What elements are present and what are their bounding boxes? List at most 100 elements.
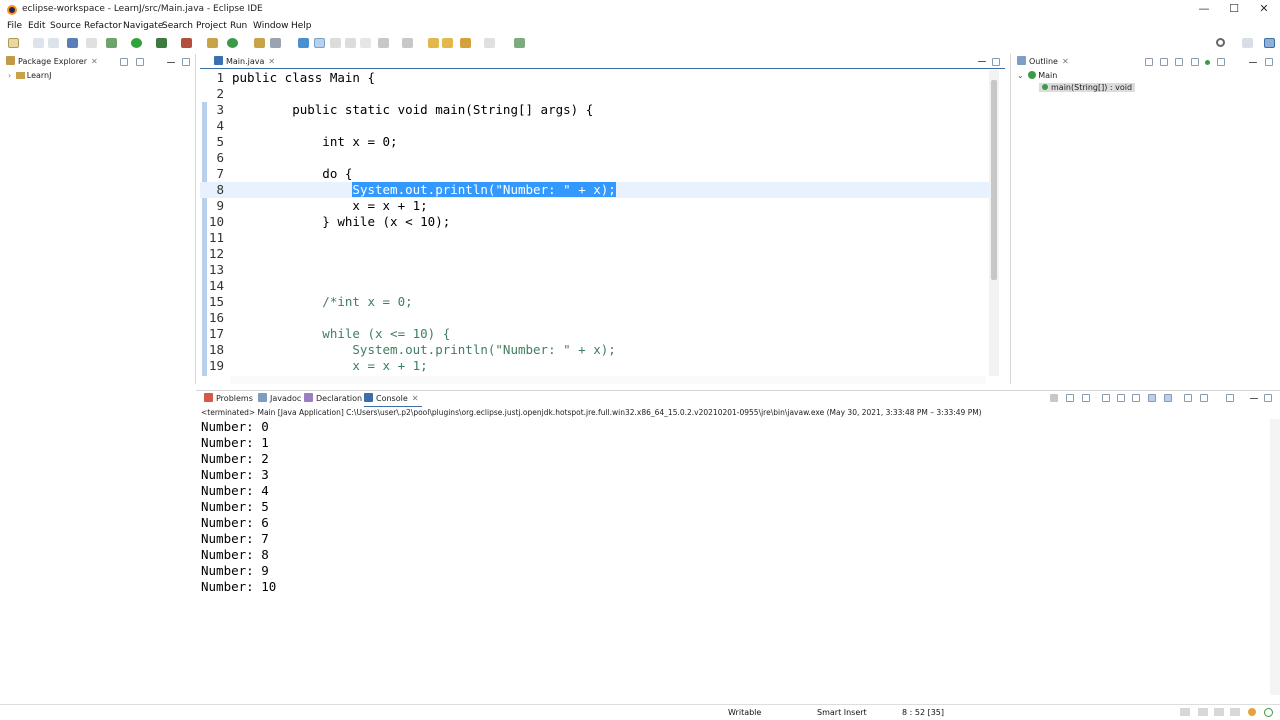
search-tool-icon[interactable] [270,38,281,48]
show-on-stderr-icon[interactable] [1164,394,1172,402]
notifications-icon[interactable] [1214,708,1224,716]
outline-method-main[interactable]: main(String[]) : void [1039,83,1136,92]
clear-console-icon[interactable] [1102,394,1110,402]
console-launch-header: <terminated> Main [Java Application] C:\… [201,408,982,417]
tab-declaration[interactable]: Declaration [304,393,362,407]
heap-status-icon[interactable] [1180,708,1190,716]
tab-javadoc[interactable]: Javadoc [258,393,301,407]
debug-icon[interactable] [106,38,117,48]
forward-icon[interactable] [484,38,495,48]
vertical-scrollbar[interactable] [989,70,999,376]
maximize-view-icon[interactable] [182,58,190,66]
tree-item-learnj[interactable]: › LearnJ [8,71,51,80]
new-class-icon[interactable] [227,38,238,48]
previous-annotation-icon[interactable] [402,38,413,48]
minimize-view-icon[interactable] [1250,398,1258,399]
console-icon [364,393,373,402]
sort-icon[interactable] [1160,58,1168,66]
back-icon[interactable] [442,38,453,48]
close-icon[interactable]: ✕ [268,57,275,66]
annotation-icon[interactable] [298,38,309,48]
scroll-lock-icon[interactable] [1117,394,1125,402]
menu-search[interactable]: Search [162,21,193,31]
search-icon[interactable] [1216,38,1225,47]
outline-class-main[interactable]: ⌄ Main [1017,71,1057,80]
last-edit-icon[interactable] [428,38,439,48]
code-area[interactable]: 1 public class Main { 2 3 public static v… [200,70,990,376]
code-text: do { [232,166,353,181]
tab-package-explorer[interactable]: Package Explorer ✕ [6,56,98,70]
open-type-icon[interactable] [254,38,265,48]
maximize-button[interactable]: ☐ [1218,0,1250,20]
menu-help[interactable]: Help [291,21,312,31]
remove-all-terminated-icon[interactable] [1082,394,1090,402]
tab-outline[interactable]: Outline ✕ [1017,56,1069,70]
close-icon[interactable]: ✕ [412,394,419,403]
menu-edit[interactable]: Edit [28,21,45,31]
external-tools-icon[interactable] [181,38,192,48]
new-java-project-icon[interactable] [207,38,218,48]
coverage-icon[interactable] [156,38,167,48]
save-icon[interactable] [33,38,44,48]
skip-breakpoints-icon[interactable] [86,38,97,48]
close-icon[interactable]: ✕ [1062,57,1069,66]
console-scrollbar[interactable] [1270,419,1280,695]
hide-non-public-icon[interactable] [1205,60,1210,65]
menu-project[interactable]: Project [196,21,227,31]
tab-console[interactable]: Console ✕ [364,393,418,407]
java-perspective-icon[interactable] [1264,38,1275,48]
user-icon[interactable] [1264,708,1273,717]
collapse-all-icon[interactable] [120,58,128,66]
show-whitespace-icon[interactable] [360,38,371,48]
remove-launch-icon[interactable] [1066,394,1074,402]
horizontal-scrollbar[interactable] [230,376,986,384]
menu-run[interactable]: Run [230,21,247,31]
next-annotation-icon[interactable] [378,38,389,48]
menu-window[interactable]: Window [253,21,289,31]
tips-icon[interactable] [1230,708,1240,716]
console-output[interactable]: Number: 0 Number: 1 Number: 2 Number: 3 … [196,419,1270,695]
update-icon[interactable] [1248,708,1256,716]
menu-navigate[interactable]: Navigate [123,21,163,31]
run-icon[interactable] [131,38,142,48]
terminate-icon[interactable] [1050,394,1058,402]
maximize-editor-icon[interactable] [992,58,1000,66]
open-perspective-icon[interactable] [1242,38,1253,48]
block-selection-icon[interactable] [330,38,341,48]
new-icon[interactable] [8,38,19,48]
open-console-icon[interactable] [1226,394,1234,402]
pin-console-icon[interactable] [1184,394,1192,402]
hide-fields-icon[interactable] [1175,58,1183,66]
scrollbar-thumb[interactable] [991,80,997,280]
pin-editor-icon[interactable] [514,38,525,48]
code-text: int x = 0; [232,134,398,149]
chevron-right-icon[interactable]: › [8,71,11,80]
minimize-editor-icon[interactable] [978,61,986,62]
word-wrap-icon[interactable] [1132,394,1140,402]
close-button[interactable]: ✕ [1248,0,1280,20]
hide-local-types-icon[interactable] [1217,58,1225,66]
hide-static-icon[interactable] [1191,58,1199,66]
tab-problems[interactable]: Problems [204,393,253,407]
maximize-view-icon[interactable] [1264,394,1272,402]
minimize-view-icon[interactable] [1249,62,1257,63]
mark-occurrences-icon[interactable] [314,38,325,48]
collapse-all-icon[interactable] [1145,58,1153,66]
back-history-icon[interactable] [460,38,471,48]
save-all-icon[interactable] [48,38,59,48]
view-menu-icon[interactable] [152,58,156,66]
menu-file[interactable]: File [7,21,22,31]
minimize-button[interactable]: — [1188,0,1220,20]
menu-refactor[interactable]: Refactor [84,21,122,31]
word-wrap-icon[interactable] [345,38,356,48]
progress-icon[interactable] [1198,708,1208,716]
show-on-stdout-icon[interactable] [1148,394,1156,402]
maximize-view-icon[interactable] [1265,58,1273,66]
menu-source[interactable]: Source [50,21,81,31]
chevron-down-icon[interactable]: ⌄ [1017,71,1024,80]
link-with-editor-icon[interactable] [136,58,144,66]
terminal-icon[interactable] [67,38,78,48]
display-selected-console-icon[interactable] [1200,394,1208,402]
close-icon[interactable]: ✕ [91,57,98,66]
minimize-view-icon[interactable] [167,62,175,63]
